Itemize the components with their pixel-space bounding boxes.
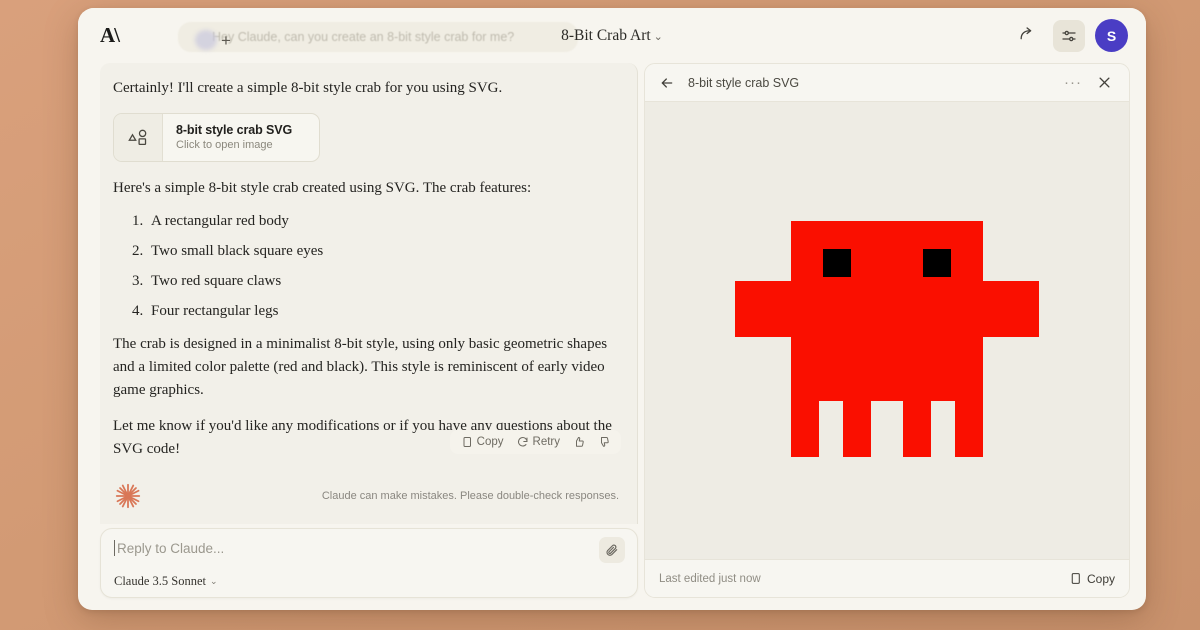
- model-selector-label: Claude 3.5 Sonnet: [114, 574, 207, 588]
- assistant-paragraph-2: The crab is designed in a minimalist 8-b…: [113, 336, 608, 399]
- artifact-card-title: 8-bit style crab SVG: [176, 122, 293, 137]
- list-item: Two red square claws: [147, 273, 619, 290]
- crab-left-eye: [823, 248, 851, 277]
- list-item: Four rectangular legs: [147, 303, 619, 320]
- chat-pane: Certainly! I'll create a simple 8-bit st…: [100, 63, 638, 598]
- crab-body: [791, 220, 983, 401]
- copy-icon: [1071, 573, 1080, 584]
- artifact-card-subtitle: Click to open image: [176, 139, 273, 152]
- artifact-last-edited: Last edited just now: [659, 572, 761, 585]
- retry-message-button[interactable]: Retry: [513, 434, 564, 450]
- close-icon: [1099, 77, 1109, 88]
- artifact-preview-card[interactable]: 8-bit style crab SVG Click to open image: [113, 112, 320, 163]
- composer-input[interactable]: Reply to Claude...: [114, 540, 624, 556]
- assistant-leadin-text: Here's a simple 8-bit style crab created…: [113, 180, 532, 197]
- chevron-down-icon: ⌄: [653, 30, 663, 43]
- assistant-intro-text: Certainly! I'll create a simple 8-bit st…: [113, 80, 503, 96]
- text-caret: [114, 540, 115, 556]
- back-arrow-icon: [661, 77, 673, 88]
- thumbs-up-icon: [576, 436, 584, 447]
- user-avatar[interactable]: S: [1095, 19, 1128, 52]
- anthropic-logo[interactable]: A\: [100, 23, 120, 48]
- crab-right-eye: [923, 248, 951, 277]
- retry-icon: [517, 437, 528, 447]
- copy-message-button[interactable]: Copy: [457, 434, 508, 450]
- settings-button[interactable]: [1053, 19, 1085, 52]
- crab-leg-3: [903, 400, 931, 457]
- ghost-avatar-blob: [195, 30, 217, 50]
- composer-placeholder-text: Reply to Claude...: [117, 540, 225, 556]
- crab-feature-list: A rectangular red body Two small black s…: [113, 213, 619, 320]
- list-item: Two small black square eyes: [147, 243, 619, 260]
- crab-right-claw: [983, 280, 1039, 337]
- artifact-card-text: 8-bit style crab SVG Click to open image: [163, 114, 302, 161]
- sliders-icon: [1062, 30, 1076, 41]
- chat-footer: Claude can make mistakes. Please double-…: [100, 468, 638, 524]
- artifact-card-icon-wrap: [114, 113, 163, 162]
- composer[interactable]: Reply to Claude... Claude 3.5 Sonnet ⌄: [100, 528, 638, 598]
- shapes-icon: [128, 129, 147, 145]
- eight-bit-crab-artwork: [735, 220, 1039, 457]
- share-button[interactable]: [1011, 20, 1043, 52]
- message-scroll-area[interactable]: Certainly! I'll create a simple 8-bit st…: [100, 63, 638, 468]
- new-chat-plus-icon[interactable]: +: [221, 32, 231, 49]
- ghost-user-message-text: Hey Claude, can you create an 8-bit styl…: [212, 30, 515, 44]
- crab-leg-4: [955, 400, 983, 457]
- artifact-header: 8-bit style crab SVG ···: [645, 64, 1129, 102]
- retry-message-label: Retry: [532, 436, 560, 448]
- paperclip-icon: [606, 544, 618, 556]
- artifact-copy-label: Copy: [1086, 571, 1115, 586]
- claude-app-window: Hey Claude, can you create an 8-bit styl…: [78, 8, 1146, 610]
- app-top-bar: Hey Claude, can you create an 8-bit styl…: [78, 8, 1146, 63]
- copy-icon: [463, 437, 471, 447]
- crab-leg-2: [843, 400, 871, 457]
- model-selector[interactable]: Claude 3.5 Sonnet ⌄: [114, 574, 624, 589]
- artifact-footer: Last edited just now Copy: [645, 559, 1129, 597]
- thumbs-down-icon: [601, 437, 609, 447]
- ghost-user-message: Hey Claude, can you create an 8-bit styl…: [178, 22, 578, 52]
- artifact-canvas[interactable]: [645, 102, 1129, 559]
- attach-file-button[interactable]: [599, 537, 625, 563]
- crab-left-claw: [735, 280, 791, 337]
- thumbs-down-button[interactable]: [594, 434, 614, 450]
- main-panes: Certainly! I'll create a simple 8-bit st…: [78, 63, 1146, 610]
- thumbs-up-button[interactable]: [569, 434, 589, 450]
- safety-disclaimer: Claude can make mistakes. Please double-…: [321, 490, 619, 502]
- share-icon: [1019, 27, 1031, 40]
- chevron-down-icon: ⌄: [210, 576, 218, 586]
- artifact-close-button[interactable]: [1093, 72, 1115, 94]
- artifact-back-button[interactable]: [657, 73, 677, 93]
- crab-leg-1: [791, 400, 819, 457]
- list-item: A rectangular red body: [147, 213, 619, 230]
- artifact-copy-button[interactable]: Copy: [1069, 572, 1115, 586]
- artifact-menu-button[interactable]: ···: [1064, 75, 1082, 90]
- message-action-bar: Copy Retry: [449, 430, 621, 454]
- claude-starburst-icon: [115, 483, 141, 509]
- copy-message-label: Copy: [476, 436, 504, 448]
- artifact-pane: 8-bit style crab SVG ··· Last edited jus…: [644, 63, 1130, 598]
- top-bar-actions: S: [1011, 19, 1128, 52]
- artifact-title: 8-bit style crab SVG: [688, 75, 800, 90]
